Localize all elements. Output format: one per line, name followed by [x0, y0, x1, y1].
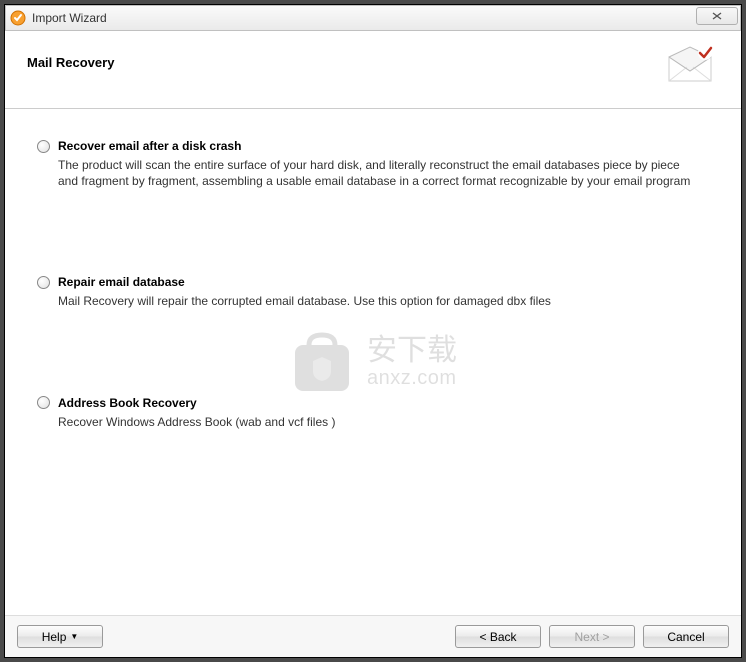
option-description: Recover Windows Address Book (wab and vc…	[58, 414, 698, 430]
back-button[interactable]: < Back	[455, 625, 541, 648]
watermark-text-url: anxz.com	[367, 368, 457, 388]
page-title: Mail Recovery	[27, 55, 114, 70]
header-panel: Mail Recovery	[5, 31, 741, 109]
watermark-text-cn: 安下载	[367, 336, 457, 366]
wizard-body: Mail Recovery	[5, 31, 741, 657]
option-label: Address Book Recovery	[58, 396, 197, 410]
button-bar: Help ▼ < Back Next > Cancel	[5, 615, 741, 657]
title-bar: Import Wizard	[5, 5, 741, 31]
option-recover-crash: Recover email after a disk crash The pro…	[37, 139, 709, 189]
radio-recover-crash[interactable]	[37, 140, 50, 153]
help-button[interactable]: Help ▼	[17, 625, 103, 648]
content-panel: 安下载 anxz.com Recover email after a disk …	[5, 109, 741, 615]
window-frame: Import Wizard Mail Recovery	[4, 4, 742, 658]
option-address-book: Address Book Recovery Recover Windows Ad…	[37, 396, 709, 430]
help-button-label: Help	[42, 630, 67, 644]
radio-address-book[interactable]	[37, 396, 50, 409]
option-description: Mail Recovery will repair the corrupted …	[58, 293, 698, 309]
option-label: Recover email after a disk crash	[58, 139, 241, 153]
option-repair-db: Repair email database Mail Recovery will…	[37, 275, 709, 309]
close-button[interactable]	[696, 7, 738, 25]
mail-recovery-icon	[665, 45, 715, 87]
radio-repair-db[interactable]	[37, 276, 50, 289]
chevron-down-icon: ▼	[70, 632, 78, 641]
watermark-bag-icon	[289, 331, 355, 393]
option-description: The product will scan the entire surface…	[58, 157, 698, 189]
cancel-button[interactable]: Cancel	[643, 625, 729, 648]
option-label: Repair email database	[58, 275, 185, 289]
app-icon	[10, 10, 26, 26]
next-button[interactable]: Next >	[549, 625, 635, 648]
watermark: 安下载 anxz.com	[289, 331, 457, 393]
window-title: Import Wizard	[32, 11, 107, 25]
